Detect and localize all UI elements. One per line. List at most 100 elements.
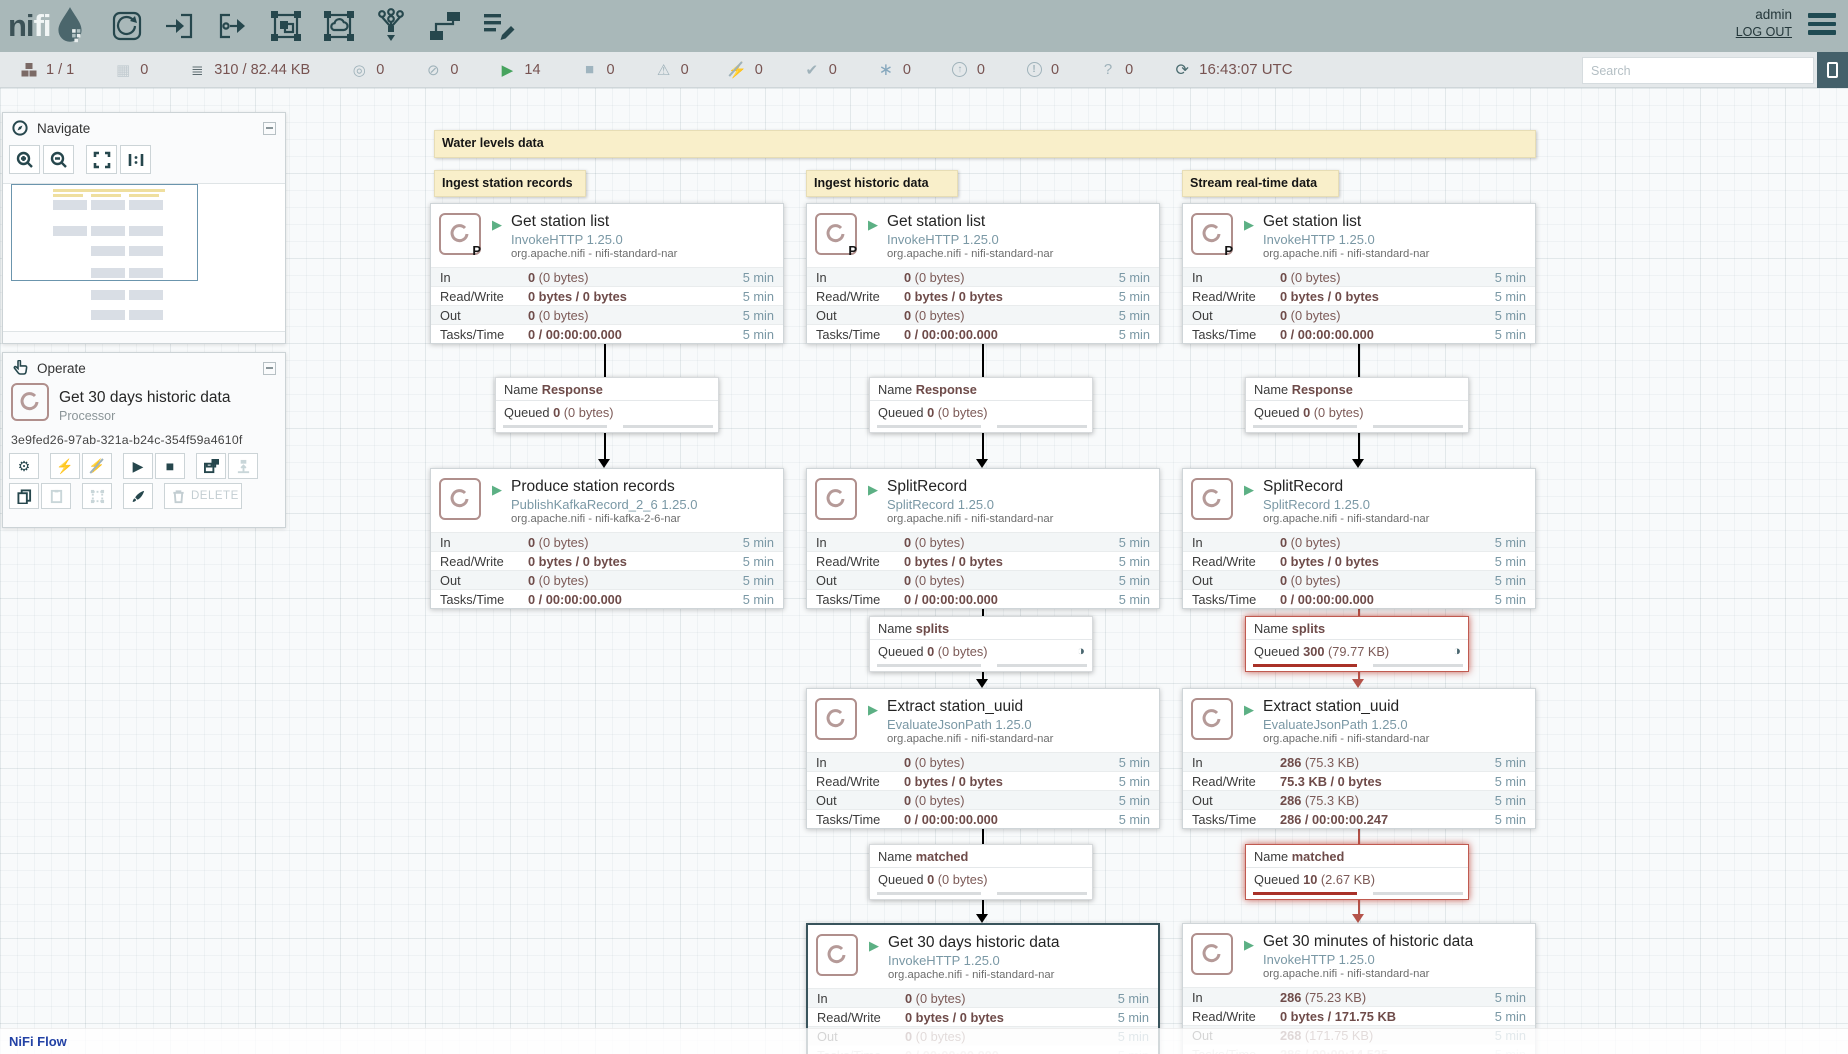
processor-type: SplitRecord 1.25.0 xyxy=(1263,497,1429,512)
zoom-fit-button[interactable] xyxy=(86,145,117,174)
stat-row-tasks: Tasks/Time286 / 00:00:00.2475 min xyxy=(1183,809,1535,828)
invalid-icon: ⚠ xyxy=(655,61,673,79)
processor-type: InvokeHTTP 1.25.0 xyxy=(887,232,1053,247)
navigate-panel: Navigate xyxy=(2,112,286,344)
processor-type: InvokeHTTP 1.25.0 xyxy=(511,232,677,247)
label-ingest-historic-data[interactable]: Ingest historic data xyxy=(806,170,958,197)
logo-text-fi: fi xyxy=(34,8,51,44)
processor-name: Produce station records xyxy=(511,478,697,496)
connection-label-response-1[interactable]: Name Response Queued 0 (0 bytes) xyxy=(495,377,719,433)
processor-splitrecord-1[interactable]: ▶ SplitRecord SplitRecord 1.25.0 org.apa… xyxy=(806,468,1160,609)
zoom-out-button[interactable] xyxy=(43,145,74,174)
processor-toolbar-icon[interactable] xyxy=(109,8,145,44)
status-bar: 1 / 1 ▦0 ≣310 / 82.44 KB ◎0 ⊘0 ▶14 ■0 ⚠0… xyxy=(0,52,1848,88)
up-to-date-count: 0 xyxy=(829,62,837,78)
label-text: Water levels data xyxy=(442,136,544,150)
logout-link[interactable]: LOG OUT xyxy=(1736,25,1792,39)
processor-header: ▶ SplitRecord SplitRecord 1.25.0 org.apa… xyxy=(1183,469,1535,532)
collapse-navigate-button[interactable] xyxy=(263,122,276,135)
output-port-toolbar-icon[interactable] xyxy=(215,8,251,44)
connection-label-matched-2[interactable]: Name matched Queued 10 (2.67 KB) xyxy=(1245,844,1469,900)
stat-row-readwrite: Read/Write0 bytes / 0 bytes5 min xyxy=(807,771,1159,790)
remote-process-group-toolbar-icon[interactable] xyxy=(321,8,357,44)
stat-row-in: In0 (0 bytes)5 min xyxy=(807,267,1159,286)
sync-failure-icon: ? xyxy=(1099,61,1117,78)
primary-node-badge: P xyxy=(1224,243,1233,258)
save-template-button[interactable] xyxy=(196,453,226,479)
sync-failure-count: 0 xyxy=(1125,62,1133,78)
connection-arrow xyxy=(976,679,988,688)
upload-template-button xyxy=(228,453,258,479)
stat-row-out: Out0 (0 bytes)5 min xyxy=(431,305,783,324)
connection-label-response-2[interactable]: Name Response Queued 0 (0 bytes) xyxy=(869,377,1093,433)
processor-extract-station-uuid-2[interactable]: ▶ Extract station_uuid EvaluateJsonPath … xyxy=(1182,688,1536,829)
label-ingest-station-records[interactable]: Ingest station records xyxy=(434,170,586,197)
processor-header: ▶ Produce station records PublishKafkaRe… xyxy=(431,469,783,532)
global-menu-icon[interactable] xyxy=(1808,13,1836,39)
stat-row-out: Out0 (0 bytes)5 min xyxy=(431,570,783,589)
stat-row-readwrite: Read/Write0 bytes / 171.75 KB5 min xyxy=(1183,1006,1535,1025)
operate-title: Operate xyxy=(37,361,86,376)
connection-label-splits-2[interactable]: Name splits Queued 300 (79.77 KB)◑ xyxy=(1245,616,1469,672)
disable-button[interactable]: ⚡ xyxy=(82,453,112,479)
load-balance-icon: ◑ xyxy=(1077,643,1085,658)
copy-button[interactable] xyxy=(9,483,39,509)
connection-label-matched-1[interactable]: Name matched Queued 0 (0 bytes) xyxy=(869,844,1093,900)
collapse-operate-button[interactable] xyxy=(263,362,276,375)
processor-header: ▶ Extract station_uuid EvaluateJsonPath … xyxy=(807,689,1159,752)
process-group-toolbar-icon[interactable] xyxy=(268,8,304,44)
processor-name: Extract station_uuid xyxy=(1263,698,1429,716)
compass-icon xyxy=(12,120,28,136)
flow-canvas[interactable]: Water levels data Ingest station records… xyxy=(0,88,1848,1054)
stat-row-readwrite: Read/Write0 bytes / 0 bytes5 min xyxy=(1183,286,1535,305)
processor-get-station-list-1[interactable]: P ▶ Get station list InvokeHTTP 1.25.0 o… xyxy=(430,203,784,344)
up-to-date-icon: ✔ xyxy=(803,61,821,79)
configure-button[interactable]: ⚙ xyxy=(9,453,39,479)
birdseye-minimap[interactable] xyxy=(3,183,285,332)
processor-stamp-icon xyxy=(816,934,858,976)
input-port-toolbar-icon[interactable] xyxy=(162,8,198,44)
processor-header: ▶ SplitRecord SplitRecord 1.25.0 org.apa… xyxy=(807,469,1159,532)
stat-row-in: In0 (0 bytes)5 min xyxy=(431,532,783,551)
funnel-toolbar-icon[interactable] xyxy=(374,8,410,44)
running-status-icon: ▶ xyxy=(868,217,878,260)
label-water-levels-data[interactable]: Water levels data xyxy=(434,130,1536,158)
breadcrumb-nifi-flow[interactable]: NiFi Flow xyxy=(9,1034,67,1049)
queued-count: 300 xyxy=(1303,644,1324,659)
processor-splitrecord-2[interactable]: ▶ SplitRecord SplitRecord 1.25.0 org.apa… xyxy=(1182,468,1536,609)
stat-row-in: In0 (0 bytes)5 min xyxy=(431,267,783,286)
label-stream-real-time-data[interactable]: Stream real-time data xyxy=(1182,170,1339,197)
zoom-actual-size-button[interactable] xyxy=(120,145,151,174)
label-toolbar-icon[interactable] xyxy=(480,8,516,44)
processor-get-station-list-3[interactable]: P ▶ Get station list InvokeHTTP 1.25.0 o… xyxy=(1182,203,1536,344)
processor-produce-station-records[interactable]: ▶ Produce station records PublishKafkaRe… xyxy=(430,468,784,609)
stop-button[interactable]: ■ xyxy=(155,453,185,479)
running-status-icon: ▶ xyxy=(868,482,878,525)
connection-label-splits-1[interactable]: Name splits Queued 0 (0 bytes)◑ xyxy=(869,616,1093,672)
processor-name: Get 30 minutes of historic data xyxy=(1263,933,1473,951)
processor-extract-station-uuid-1[interactable]: ▶ Extract station_uuid EvaluateJsonPath … xyxy=(806,688,1160,829)
navigate-title: Navigate xyxy=(37,121,90,136)
stat-row-in: In0 (0 bytes)5 min xyxy=(807,532,1159,551)
stat-row-out: Out0 (0 bytes)5 min xyxy=(1183,305,1535,324)
cluster-icon xyxy=(20,62,38,78)
color-button[interactable] xyxy=(123,483,153,509)
search-settings-button[interactable] xyxy=(1817,52,1848,88)
running-status-icon: ▶ xyxy=(868,702,878,745)
processor-bundle: org.apache.nifi - nifi-standard-nar xyxy=(887,248,1053,260)
label-text: Ingest station records xyxy=(442,176,573,190)
processor-get-station-list-2[interactable]: P ▶ Get station list InvokeHTTP 1.25.0 o… xyxy=(806,203,1160,344)
locally-modified-stale-icon: ! xyxy=(1025,62,1043,77)
zoom-in-button[interactable] xyxy=(9,145,40,174)
logo-text-ni: ni xyxy=(8,8,34,44)
processor-stamp-icon xyxy=(1191,698,1233,740)
start-button[interactable]: ▶ xyxy=(123,453,153,479)
connection-arrow xyxy=(1352,679,1364,688)
template-toolbar-icon[interactable] xyxy=(427,8,463,44)
enable-button[interactable]: ⚡ xyxy=(50,453,80,479)
stat-row-readwrite: Read/Write0 bytes / 0 bytes5 min xyxy=(807,551,1159,570)
search-input[interactable] xyxy=(1582,57,1814,84)
refresh-icon: ⟳ xyxy=(1173,60,1191,80)
connection-label-response-3[interactable]: Name Response Queued 0 (0 bytes) xyxy=(1245,377,1469,433)
running-count: 14 xyxy=(524,62,540,78)
